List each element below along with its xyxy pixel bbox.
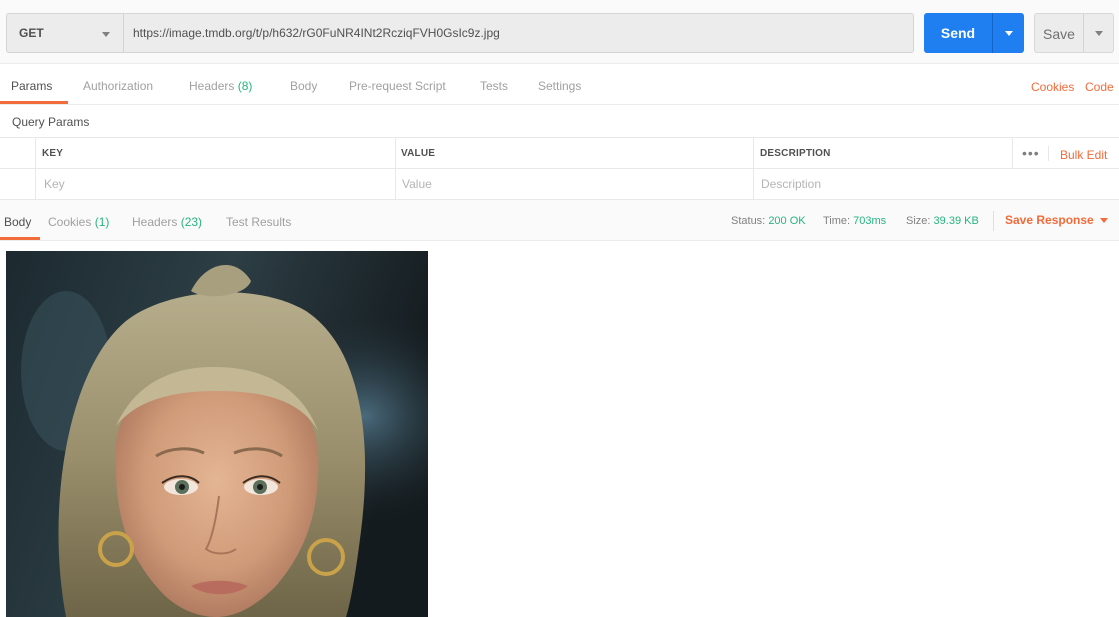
- tab-pre-request-script[interactable]: Pre-request Script: [349, 79, 446, 93]
- response-bar: Body Cookies (1) Headers (23) Test Resul…: [0, 200, 1119, 241]
- size-label: Size:: [906, 215, 931, 227]
- tab-authorization[interactable]: Authorization: [83, 79, 153, 93]
- table-border-top: [0, 137, 1119, 138]
- method-label: GET: [19, 26, 44, 40]
- request-tabs: Params Authorization Headers (8) Body Pr…: [0, 64, 1119, 105]
- save-button[interactable]: Save: [1034, 13, 1114, 53]
- url-text: https://image.tmdb.org/t/p/h632/rG0FuNR4…: [133, 26, 500, 40]
- query-params-title: Query Params: [12, 115, 90, 129]
- bulk-edit-link[interactable]: Bulk Edit: [1060, 148, 1107, 162]
- size-value: 39.39 KB: [933, 215, 979, 227]
- send-button[interactable]: Send: [924, 13, 1024, 53]
- column-header-value: VALUE: [401, 148, 436, 159]
- column-header-key: KEY: [42, 148, 64, 159]
- chevron-down-icon[interactable]: [1100, 218, 1108, 223]
- cookies-link[interactable]: Cookies: [1031, 80, 1074, 94]
- table-divider: [35, 137, 36, 200]
- tab-body[interactable]: Body: [290, 79, 317, 93]
- response-time: Time: 703ms: [823, 215, 886, 227]
- tab-response-cookies-count: (1): [94, 215, 110, 229]
- response-size: Size: 39.39 KB: [906, 215, 979, 227]
- tab-response-cookies-label: Cookies: [48, 215, 92, 229]
- tab-test-results[interactable]: Test Results: [226, 215, 291, 229]
- table-divider: [1048, 146, 1049, 161]
- tab-params[interactable]: Params: [11, 79, 52, 93]
- more-horizontal-icon[interactable]: •••: [1022, 145, 1040, 161]
- tab-tests[interactable]: Tests: [480, 79, 508, 93]
- code-link[interactable]: Code: [1085, 80, 1114, 94]
- table-divider: [753, 137, 754, 200]
- chevron-down-icon: [1005, 31, 1013, 36]
- save-response-button[interactable]: Save Response: [1005, 213, 1094, 227]
- portrait-image: [6, 251, 428, 617]
- send-options-button[interactable]: [993, 13, 1024, 53]
- param-value-input[interactable]: Value: [402, 177, 432, 191]
- tab-response-headers-label: Headers: [132, 215, 178, 229]
- table-divider: [395, 137, 396, 200]
- response-status: Status: 200 OK: [731, 215, 806, 227]
- save-label: Save: [1043, 26, 1075, 42]
- response-divider: [993, 211, 994, 231]
- tab-headers-count: (8): [237, 79, 253, 93]
- table-border-header: [0, 168, 1119, 169]
- status-label: Status:: [731, 215, 766, 227]
- save-options-button[interactable]: [1084, 14, 1113, 52]
- param-key-input[interactable]: Key: [44, 177, 65, 191]
- time-value: 703ms: [853, 215, 887, 227]
- active-tab-indicator: [0, 101, 68, 104]
- time-label: Time:: [823, 215, 851, 227]
- status-value: 200 OK: [768, 215, 806, 227]
- url-input[interactable]: https://image.tmdb.org/t/p/h632/rG0FuNR4…: [123, 13, 914, 53]
- method-select[interactable]: GET: [6, 13, 123, 53]
- tab-settings[interactable]: Settings: [538, 79, 581, 93]
- tab-response-cookies[interactable]: Cookies (1): [48, 215, 109, 229]
- chevron-down-icon: [1095, 31, 1103, 36]
- response-image-preview: [6, 251, 428, 617]
- chevron-down-icon: [102, 32, 110, 37]
- table-divider: [1012, 137, 1013, 168]
- param-description-input[interactable]: Description: [761, 177, 821, 191]
- tab-headers-label: Headers: [189, 79, 235, 93]
- column-header-description: DESCRIPTION: [760, 148, 831, 159]
- tab-response-body[interactable]: Body: [4, 215, 31, 229]
- tab-response-headers[interactable]: Headers (23): [132, 215, 202, 229]
- request-bar: GET https://image.tmdb.org/t/p/h632/rG0F…: [0, 0, 1119, 64]
- send-label: Send: [940, 25, 976, 41]
- tab-headers[interactable]: Headers (8): [189, 79, 252, 93]
- active-tab-indicator: [0, 237, 40, 240]
- tab-response-headers-count: (23): [180, 215, 203, 229]
